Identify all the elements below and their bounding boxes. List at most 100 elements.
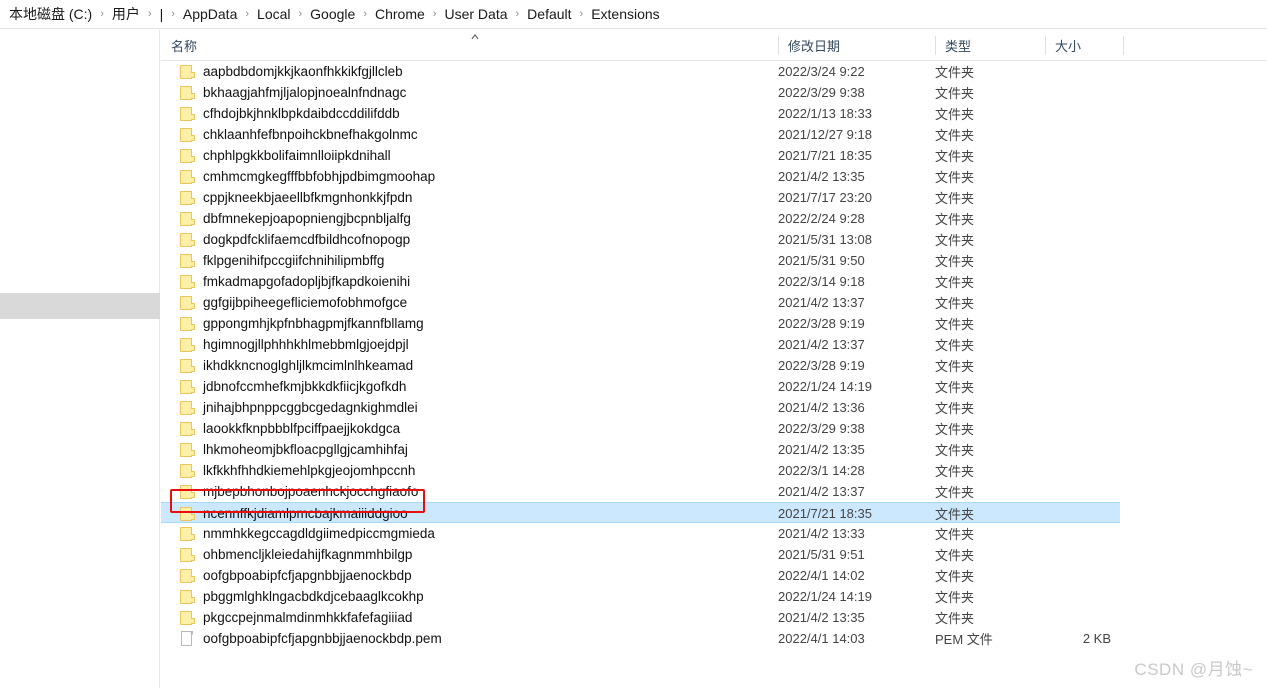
date-modified-cell: 2021/4/2 13:36 — [778, 400, 865, 415]
table-row[interactable]: lhkmoheomjbkfloacpgllgjcamhihfaj 2021/4/2… — [161, 439, 1267, 460]
table-row[interactable]: ggfgijbpiheegefliciemofobhmofgce 2021/4/2… — [161, 292, 1267, 313]
file-size-cell — [1045, 82, 1123, 103]
file-name-cell[interactable]: cppjkneekbjaeellbfkmgnhonkkjfpdn — [161, 187, 412, 208]
table-row[interactable]: bkhaagjahfmjljalopjnoealnfndnagc 2022/3/2… — [161, 82, 1267, 103]
file-name-cell[interactable]: jnihajbhpnppcggbcgedagnkighmdlei — [161, 397, 418, 418]
file-name-cell[interactable]: oofgbpoabipfcfjapgnbbjjaenockbdp.pem — [161, 628, 442, 649]
table-row[interactable]: chphlpgkkbolifaimnlloiipkdnihall 2021/7/2… — [161, 145, 1267, 166]
file-name-cell[interactable]: pbggmlghklngacbdkdjcebaaglkcokhp — [161, 586, 424, 607]
sort-ascending-caret-icon — [470, 33, 480, 40]
file-name-cell[interactable]: chklaanhfefbnpoihckbnefhakgolnmc — [161, 124, 418, 145]
file-type-cell: 文件夹 — [935, 128, 975, 143]
date-modified-cell: 2022/3/28 9:19 — [778, 316, 865, 331]
table-row[interactable]: jnihajbhpnppcggbcgedagnkighmdlei 2021/4/2… — [161, 397, 1267, 418]
column-header-date-modified[interactable]: 修改日期 — [778, 30, 935, 60]
file-type-cell: 文件夹 — [935, 401, 975, 416]
breadcrumb-item-2[interactable]: | — [155, 3, 169, 25]
file-name-cell[interactable]: chphlpgkkbolifaimnlloiipkdnihall — [161, 145, 391, 166]
breadcrumb-separator: › — [363, 8, 367, 20]
file-name-cell[interactable]: dbfmnekepjoapopniengjbcpnbljalfg — [161, 208, 411, 229]
file-name-cell[interactable]: aapbdbdomjkkjkaonfhkkikfgjllcleb — [161, 61, 403, 82]
table-row[interactable]: lkfkkhfhhdkiemehlpkgjeojomhpccnh 2022/3/1… — [161, 460, 1267, 481]
file-name-label: jnihajbhpnppcggbcgedagnkighmdlei — [203, 400, 418, 415]
breadcrumb-item-6[interactable]: Chrome — [370, 3, 430, 25]
file-name-label: lkfkkhfhhdkiemehlpkgjeojomhpccnh — [203, 463, 416, 478]
table-row[interactable]: oofgbpoabipfcfjapgnbbjjaenockbdp 2022/4/1… — [161, 565, 1267, 586]
file-name-cell[interactable]: mjbepbhonbojpoaenhckjocchgfiaofo — [161, 481, 418, 502]
date-modified-cell: 2021/4/2 13:35 — [778, 610, 865, 625]
file-type-cell: 文件夹 — [935, 275, 975, 290]
column-header-size[interactable]: 大小 — [1045, 30, 1123, 60]
file-name-cell[interactable]: laookkfknpbbblfpciffpaejjkokdgca — [161, 418, 400, 439]
breadcrumb-item-4[interactable]: Local — [252, 3, 295, 25]
breadcrumb-item-0[interactable]: 本地磁盘 (C:) — [4, 3, 97, 25]
file-name-cell[interactable]: hgimnogjllphhhkhlmebbmlgjoejdpjl — [161, 334, 409, 355]
breadcrumb-item-5[interactable]: Google — [305, 3, 360, 25]
navigation-pane[interactable] — [0, 30, 160, 688]
file-name-cell[interactable]: oofgbpoabipfcfjapgnbbjjaenockbdp — [161, 565, 412, 586]
file-size-cell — [1045, 397, 1123, 418]
file-name-cell[interactable]: cmhmcmgkegfffbbfobhjpdbimgmoohap — [161, 166, 435, 187]
nav-selected-item[interactable] — [0, 293, 160, 319]
file-name-cell[interactable]: fklpgenihifpccgiifchnihilipmbffg — [161, 250, 384, 271]
file-name-label: jdbnofccmhefkmjbkkdkfiicjkgofkdh — [203, 379, 407, 394]
file-name-cell[interactable]: ggfgijbpiheegefliciemofobhmofgce — [161, 292, 407, 313]
breadcrumb-item-3[interactable]: AppData — [178, 3, 242, 25]
breadcrumb[interactable]: 本地磁盘 (C:) › 用户 › | › AppData › Local › Google › Chro… — [4, 3, 665, 25]
table-row[interactable]: pkgccpejnmalmdinmhkkfafefagiiiad 2021/4/2… — [161, 607, 1267, 628]
table-row[interactable]: cmhmcmgkegfffbbfobhjpdbimgmoohap 2021/4/2… — [161, 166, 1267, 187]
file-name-label: ikhdkkncnoglghljlkmcimlnlhkeamad — [203, 358, 414, 373]
table-row[interactable]: cfhdojbkjhnklbpkdaibdccddilifddb 2022/1/1… — [161, 103, 1267, 124]
breadcrumb-item-7[interactable]: User Data — [439, 3, 512, 25]
file-name-cell[interactable]: lkfkkhfhhdkiemehlpkgjeojomhpccnh — [161, 460, 415, 481]
table-row[interactable]: ohbmencljkleiedahijfkagnmmhbilgp 2021/5/3… — [161, 544, 1267, 565]
table-row[interactable]: cppjkneekbjaeellbfkmgnhonkkjfpdn 2021/7/1… — [161, 187, 1267, 208]
table-row[interactable]: ikhdkkncnoglghljlkmcimlnlhkeamad 2022/3/2… — [161, 355, 1267, 376]
table-row[interactable]: aapbdbdomjkkjkaonfhkkikfgjllcleb 2022/3/2… — [161, 61, 1267, 82]
table-row[interactable]: nmmhkkegccagdldgiimedpiccmgmieda 2021/4/2… — [161, 523, 1267, 544]
file-name-cell[interactable]: dogkpdfcklifaemcdfbildhcofnopogp — [161, 229, 410, 250]
address-bar[interactable]: 本地磁盘 (C:) › 用户 › | › AppData › Local › Google › Chro… — [0, 0, 1267, 29]
table-row[interactable]: chklaanhfefbnpoihckbnefhakgolnmc 2021/12/… — [161, 124, 1267, 145]
file-name-cell[interactable]: lhkmoheomjbkfloacpgllgjcamhihfaj — [161, 439, 408, 460]
file-name-cell[interactable]: fmkadmapgofadopljbjfkapdkoienihi — [161, 271, 410, 292]
table-row[interactable]: dbfmnekepjoapopniengjbcpnbljalfg 2022/2/2… — [161, 208, 1267, 229]
table-row[interactable]: dogkpdfcklifaemcdfbildhcofnopogp 2021/5/3… — [161, 229, 1267, 250]
column-divider-4[interactable] — [1123, 36, 1124, 55]
file-name-cell[interactable]: nmmhkkegccagdldgiimedpiccmgmieda — [161, 523, 435, 544]
table-row[interactable]: hgimnogjllphhhkhlmebbmlgjoejdpjl 2021/4/2… — [161, 334, 1267, 355]
file-name-cell[interactable]: ohbmencljkleiedahijfkagnmmhbilgp — [161, 544, 412, 565]
table-row[interactable]: mjbepbhonbojpoaenhckjocchgfiaofo 2021/4/2… — [161, 481, 1267, 502]
file-size-cell — [1045, 124, 1123, 145]
table-row[interactable]: gppongmhjkpfnbhagpmjfkannfbllamg 2022/3/2… — [161, 313, 1267, 334]
file-name-cell[interactable]: bkhaagjahfmjljalopjnoealnfndnagc — [161, 82, 406, 103]
table-row[interactable]: jdbnofccmhefkmjbkkdkfiicjkgofkdh 2022/1/2… — [161, 376, 1267, 397]
table-row[interactable]: pbggmlghklngacbdkdjcebaaglkcokhp 2022/1/2… — [161, 586, 1267, 607]
file-list-pane[interactable]: 名称 修改日期 类型 大小 aapbdbdomjkkjkaonfhkkikfgj… — [161, 30, 1267, 688]
column-header-row[interactable]: 名称 修改日期 类型 大小 — [161, 30, 1267, 61]
table-row[interactable]: fmkadmapgofadopljbjfkapdkoienihi 2022/3/1… — [161, 271, 1267, 292]
table-row[interactable]: laookkfknpbbblfpciffpaejjkokdgca 2022/3/2… — [161, 418, 1267, 439]
table-row[interactable]: ncennffkjdiamlpmcbajkmaiiiddgioo 2021/7/2… — [161, 502, 1120, 523]
file-type-cell: 文件夹 — [935, 65, 975, 80]
table-row[interactable]: oofgbpoabipfcfjapgnbbjjaenockbdp.pem 2022… — [161, 628, 1267, 649]
breadcrumb-separator: › — [245, 8, 250, 20]
breadcrumb-item-9[interactable]: Extensions — [586, 3, 664, 25]
breadcrumb-item-1[interactable]: 用户 — [107, 3, 145, 25]
file-name-cell[interactable]: pkgccpejnmalmdinmhkkfafefagiiiad — [161, 607, 412, 628]
date-modified-cell: 2022/3/29 9:38 — [778, 421, 865, 436]
file-name-cell[interactable]: ikhdkkncnoglghljlkmcimlnlhkeamad — [161, 355, 413, 376]
file-name-cell[interactable]: jdbnofccmhefkmjbkkdkfiicjkgofkdh — [161, 376, 406, 397]
column-header-type[interactable]: 类型 — [935, 30, 1045, 60]
file-name-cell[interactable]: ncennffkjdiamlpmcbajkmaiiiddgioo — [161, 503, 408, 524]
file-name-label: ggfgijbpiheegefliciemofobhmofgce — [203, 295, 408, 310]
table-row[interactable]: fklpgenihifpccgiifchnihilipmbffg 2021/5/3… — [161, 250, 1267, 271]
file-list-rows[interactable]: aapbdbdomjkkjkaonfhkkikfgjllcleb 2022/3/2… — [161, 61, 1267, 649]
folder-icon — [180, 463, 195, 478]
file-name-cell[interactable]: gppongmhjkpfnbhagpmjfkannfbllamg — [161, 313, 424, 334]
file-size-cell — [1045, 145, 1123, 166]
file-name-cell[interactable]: cfhdojbkjhnklbpkdaibdccddilifddb — [161, 103, 400, 124]
date-modified-cell: 2021/5/31 9:50 — [778, 253, 865, 268]
folder-icon — [180, 295, 195, 310]
breadcrumb-item-8[interactable]: Default — [522, 3, 576, 25]
